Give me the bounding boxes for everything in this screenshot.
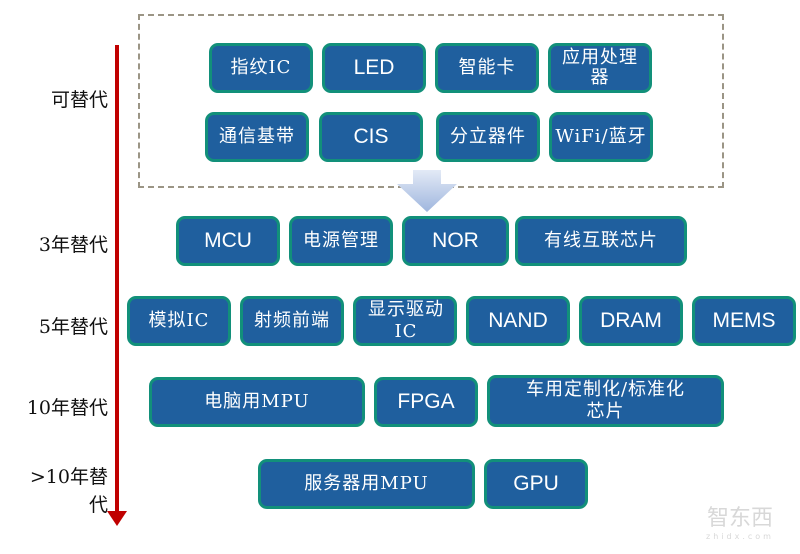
row-label-5yr: 5年替代 — [38, 316, 108, 338]
chip-application-processor: 应用处理 器 — [548, 43, 652, 93]
row-label-over-10yr: >10年替 代 — [29, 466, 108, 516]
chip-led: LED — [322, 43, 426, 93]
timeline-axis — [115, 45, 119, 513]
chip-nor: NOR — [402, 216, 509, 266]
chip-baseband: 通信基带 — [205, 112, 309, 162]
chip-fingerprint-ic: 指纹IC — [209, 43, 313, 93]
watermark-logo: 智东西 zhidx.com — [690, 500, 790, 545]
chip-gpu: GPU — [484, 459, 588, 509]
chip-pc-mpu: 电脑用MPU — [149, 377, 365, 427]
chip-cis: CIS — [319, 112, 423, 162]
row-label-replaceable: 可替代 — [50, 89, 108, 111]
timeline-arrow-icon — [107, 511, 127, 526]
chip-dram: DRAM — [579, 296, 683, 346]
chip-server-mpu: 服务器用MPU — [258, 459, 475, 509]
row-label-10yr: 10年替代 — [26, 397, 108, 419]
flow-arrow-icon — [397, 170, 457, 212]
row-label-3yr: 3年替代 — [38, 234, 108, 256]
watermark-text: 智东西 — [706, 506, 773, 531]
watermark-subtext: zhidx.com — [706, 532, 774, 541]
chip-mcu: MCU — [176, 216, 280, 266]
chip-wifi-bluetooth: WiFi/蓝牙 — [549, 112, 653, 162]
chip-rf-frontend: 射频前端 — [240, 296, 344, 346]
chip-power-management: 电源管理 — [289, 216, 393, 266]
chip-smart-card: 智能卡 — [435, 43, 539, 93]
chip-automotive-chip: 车用定制化/标准化 芯片 — [487, 375, 724, 427]
chip-analog-ic: 模拟IC — [127, 296, 231, 346]
chip-mems: MEMS — [692, 296, 796, 346]
chip-discrete-device: 分立器件 — [436, 112, 540, 162]
chip-wired-interconnect: 有线互联芯片 — [515, 216, 687, 266]
chip-fpga: FPGA — [374, 377, 478, 427]
chip-nand: NAND — [466, 296, 570, 346]
chip-display-driver-ic: 显示驱动IC — [353, 296, 457, 346]
